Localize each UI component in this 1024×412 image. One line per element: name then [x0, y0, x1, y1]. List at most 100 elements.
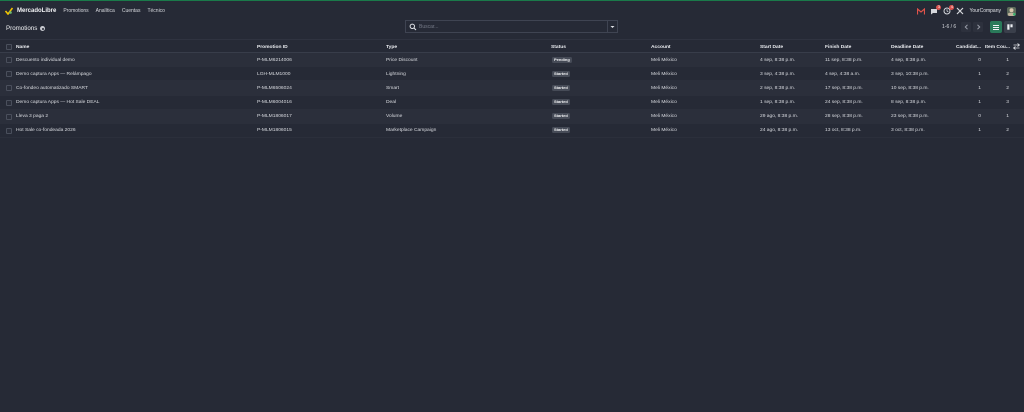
- row-checkbox[interactable]: [6, 113, 12, 120]
- cell-promotion-id: LGH-MLM1000: [257, 71, 291, 77]
- cell-deadline-date: 8 sep, 8:38 p.m.: [891, 100, 927, 106]
- caret-down-icon: [610, 25, 615, 28]
- column-name[interactable]: Name: [16, 45, 29, 50]
- column-status[interactable]: Status: [551, 45, 566, 50]
- search-input[interactable]: [419, 21, 607, 32]
- cell-promotion-id: P-MLM1806017: [257, 114, 292, 120]
- cell-type: Price Discount: [386, 57, 418, 63]
- row-checkbox[interactable]: [6, 57, 12, 63]
- pager-value[interactable]: 1-6 / 6: [942, 24, 956, 30]
- select-all-checkbox[interactable]: [6, 43, 12, 50]
- debug-tools-icon[interactable]: [956, 7, 964, 15]
- cell-deadline-date: 23 sep, 8:38 p.m.: [891, 114, 929, 120]
- search-options-toggle[interactable]: [607, 21, 617, 32]
- cell-candidates: 0: [978, 114, 981, 120]
- promotions-list: Name Promotion ID Type Status Account St…: [0, 39, 1024, 139]
- kanban-icon: [1007, 24, 1013, 30]
- cell-candidates: 0: [978, 57, 981, 63]
- cell-name: Descuento individual demo: [16, 57, 75, 63]
- cell-name: Lleva 3 paga 2: [16, 114, 49, 120]
- cell-finish-date: 17 sep, 8:38 p.m.: [825, 85, 863, 91]
- list-view-button[interactable]: [990, 21, 1002, 33]
- main-menu: Promotions Analítica Cuentas Técnico: [63, 8, 172, 14]
- gear-icon[interactable]: [40, 26, 46, 31]
- cell-finish-date: 24 sep, 8:38 p.m.: [825, 100, 863, 106]
- search-icon: [409, 23, 417, 31]
- row-checkbox[interactable]: [6, 99, 12, 106]
- column-start-date[interactable]: Start Date: [760, 45, 783, 50]
- table-row[interactable]: Hot Sale co-fondeada 2026 P-MLM1806015 Mar…: [0, 123, 1024, 139]
- status-badge: Started: [552, 127, 570, 134]
- cell-name: Demo captura Apps — Relámpago: [16, 71, 92, 77]
- menu-item-analitica[interactable]: Analítica: [96, 8, 115, 14]
- table-row[interactable]: Lleva 3 paga 2 P-MLM1806017 Volume Meli Méx…: [0, 109, 1024, 124]
- cell-promotion-id: P-MLM6004016: [257, 100, 292, 106]
- cell-item-count: 2: [1006, 71, 1009, 77]
- cell-candidates: 1: [978, 128, 981, 134]
- cell-account: Meli México: [651, 100, 677, 106]
- column-type[interactable]: Type: [386, 45, 397, 50]
- row-checkbox[interactable]: [6, 85, 12, 92]
- cell-type: Marketplace Campaign: [386, 128, 437, 134]
- breadcrumb-current: Promotions: [6, 25, 38, 32]
- cell-finish-date: 13 oct, 8:38 p.m.: [825, 128, 862, 134]
- cell-start-date: 2 sep, 8:38 p.m.: [760, 85, 796, 91]
- menu-item-cuentas[interactable]: Cuentas: [122, 8, 141, 14]
- cell-type: Lightning: [386, 71, 406, 77]
- optional-columns-icon[interactable]: [1012, 43, 1021, 52]
- table-row[interactable]: Demo captura Apps — Hot Sale DEAL P-MLM60…: [0, 95, 1024, 110]
- cell-name: Hot Sale co-fondeada 2026: [16, 128, 76, 134]
- user-avatar[interactable]: [1007, 6, 1016, 16]
- cell-promotion-id: P-MLM6214006: [257, 57, 292, 63]
- gmail-icon[interactable]: [917, 7, 926, 15]
- cell-deadline-date: 3 sep, 10:38 p.m.: [891, 71, 929, 77]
- brand[interactable]: MercadoLibre: [4, 7, 57, 15]
- cell-type: Smart: [386, 85, 400, 91]
- search-bar: [405, 20, 618, 33]
- app-logo-icon: [4, 7, 14, 15]
- pager-next-button[interactable]: [973, 22, 983, 32]
- column-account[interactable]: Account: [651, 45, 671, 50]
- cell-item-count: 2: [1006, 85, 1009, 91]
- table-row[interactable]: Co-fondeo automatizado SMART P-MLM6506024…: [0, 81, 1024, 96]
- cell-deadline-date: 10 sep, 8:38 p.m.: [891, 85, 929, 91]
- cell-type: Deal: [386, 100, 397, 106]
- column-item-count[interactable]: Item Cou...: [985, 45, 1010, 50]
- activities-clock-icon[interactable]: 4: [943, 5, 955, 15]
- activities-badge: 4: [949, 5, 955, 10]
- menu-item-promotions[interactable]: Promotions: [63, 8, 88, 14]
- row-checkbox[interactable]: [6, 127, 12, 134]
- cell-candidates: 1: [978, 100, 981, 106]
- company-switcher[interactable]: YourCompany: [969, 8, 1001, 14]
- cell-promotion-id: P-MLM1806015: [257, 128, 292, 134]
- menu-item-tecnico[interactable]: Técnico: [147, 8, 165, 14]
- column-finish-date[interactable]: Finish Date: [825, 45, 851, 50]
- cell-type: Volume: [386, 114, 403, 120]
- cell-account: Meli México: [651, 85, 677, 91]
- cell-start-date: 4 sep, 8:38 p.m.: [760, 57, 796, 63]
- status-badge: Started: [552, 84, 570, 91]
- cell-candidates: 1: [978, 71, 981, 77]
- list-icon: [993, 24, 999, 30]
- cell-start-date: 24 ago, 8:38 p.m.: [760, 128, 799, 134]
- column-candidates[interactable]: Candidat...: [956, 45, 981, 50]
- status-badge: Started: [552, 70, 570, 77]
- status-badge: Pending: [552, 56, 572, 63]
- table-row[interactable]: Descuento individual demo P-MLM6214006 Pri…: [0, 53, 1024, 68]
- chevron-left-icon: [964, 24, 968, 30]
- pager-previous-button[interactable]: [961, 22, 971, 32]
- messages-icon[interactable]: 3: [930, 5, 942, 15]
- column-deadline-date[interactable]: Deadline Date: [891, 45, 923, 50]
- cell-account: Meli México: [651, 128, 677, 134]
- kanban-view-button[interactable]: [1004, 21, 1016, 33]
- column-promotion-id[interactable]: Promotion ID: [257, 45, 288, 50]
- row-checkbox[interactable]: [6, 71, 12, 78]
- cell-item-count: 1: [1006, 57, 1009, 63]
- cell-finish-date: 11 sep, 8:38 p.m.: [825, 57, 863, 63]
- cell-item-count: 3: [1006, 100, 1009, 106]
- cell-account: Meli México: [651, 57, 677, 63]
- brand-name: MercadoLibre: [17, 7, 57, 14]
- status-badge: Started: [552, 99, 570, 106]
- chevron-right-icon: [976, 24, 980, 30]
- table-row[interactable]: Demo captura Apps — Relámpago LGH-MLM1000…: [0, 67, 1024, 82]
